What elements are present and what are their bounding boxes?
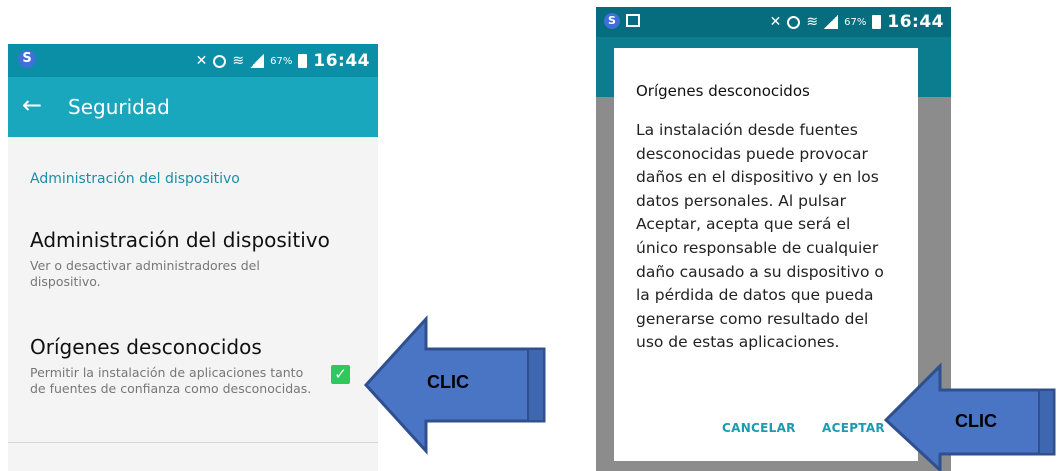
signal-icon — [824, 15, 839, 29]
dialog-message: La instalación desde fuentes desconocida… — [636, 121, 884, 352]
battery-percent: 67% — [844, 16, 867, 28]
app-logo-icon: S — [18, 50, 36, 68]
dialog-title: Orígenes desconocidos — [636, 82, 810, 100]
clock: 16:44 — [313, 51, 370, 71]
app-logo-icon: S — [604, 13, 620, 29]
alarm-icon — [213, 54, 227, 68]
alarm-icon — [787, 15, 801, 29]
arrow-label-2: CLIC — [955, 411, 997, 431]
mute-icon: ✕ — [769, 14, 782, 30]
wifi-icon: ≋ — [806, 14, 819, 30]
settings-screen: S ✕ ≋ 67% 16:44 ← Seguridad Administraci… — [8, 44, 378, 471]
status-icons: ✕ ≋ 67% 16:44 — [770, 12, 944, 32]
section-header: Administración del dispositivo — [30, 171, 240, 187]
page-title: Seguridad — [68, 95, 170, 119]
status-bar: S ✕ ≋ 67% 16:44 — [596, 7, 951, 37]
unknown-sources-title[interactable]: Orígenes desconocidos — [30, 335, 262, 359]
unknown-sources-checkbox[interactable]: ✓ — [331, 365, 350, 384]
cancel-button[interactable]: CANCELAR — [722, 421, 796, 435]
clock: 16:44 — [887, 12, 944, 32]
divider — [8, 442, 378, 443]
app-bar: ← Seguridad — [8, 77, 378, 137]
unknown-sources-subtitle: Permitir la instalación de aplicaciones … — [30, 365, 312, 396]
wifi-icon: ≋ — [232, 53, 245, 69]
signal-icon — [250, 54, 265, 68]
unknown-sources-dialog: Orígenes desconocidos La instalación des… — [614, 48, 918, 461]
arrow-label-1: CLIC — [427, 372, 469, 392]
battery-icon — [872, 15, 882, 29]
status-icons: ✕ ≋ 67% 16:44 — [196, 51, 370, 71]
status-bar: S ✕ ≋ 67% 16:44 — [8, 44, 378, 77]
battery-icon — [298, 54, 308, 68]
back-arrow-icon[interactable]: ← — [22, 91, 42, 119]
mute-icon: ✕ — [195, 53, 208, 69]
device-admin-title[interactable]: Administración del dispositivo — [30, 228, 330, 252]
device-admin-subtitle: Ver o desactivar administradores del dis… — [30, 258, 260, 289]
accept-button[interactable]: ACEPTAR — [822, 421, 885, 435]
battery-percent: 67% — [270, 55, 293, 67]
image-icon — [626, 14, 640, 27]
